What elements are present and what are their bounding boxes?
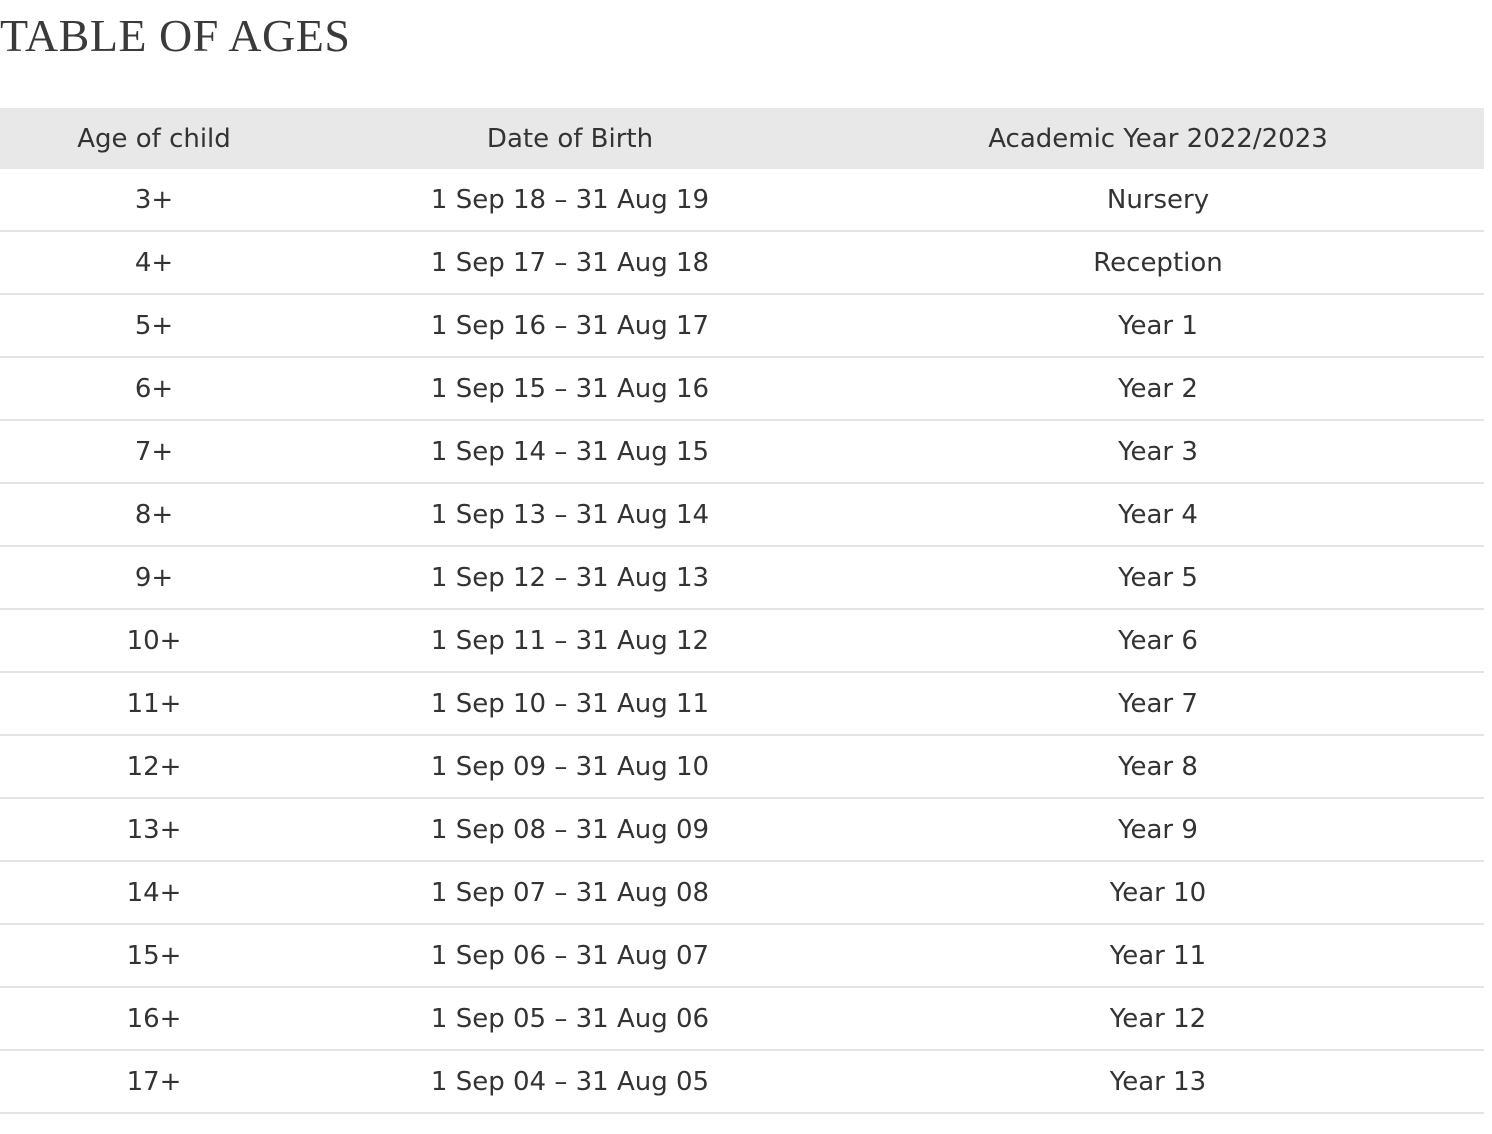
cell-academic-year: Year 12	[1109, 1003, 1207, 1034]
cell-academic-year: Year 2	[1118, 373, 1198, 404]
cell-academic-year: Year 8	[1118, 751, 1198, 782]
cell-academic-year: Year 5	[1118, 562, 1198, 593]
cell-academic-year: Year 9	[1118, 814, 1198, 845]
cell-age: 11+	[126, 688, 182, 719]
cell-date-of-birth: 1 Sep 06 – 31 Aug 07	[430, 940, 710, 971]
cell-date-of-birth: 1 Sep 05 – 31 Aug 06	[430, 1003, 710, 1034]
cell-age: 3+	[134, 184, 174, 215]
cell-date-of-birth: 1 Sep 07 – 31 Aug 08	[430, 877, 710, 908]
ages-table: Age of child Date of Birth Academic Year…	[0, 108, 1484, 1114]
cell-academic-year: Nursery	[1106, 184, 1210, 215]
cell-date-of-birth: 1 Sep 04 – 31 Aug 05	[430, 1066, 710, 1097]
cell-date-of-birth: 1 Sep 08 – 31 Aug 09	[430, 814, 710, 845]
cell-date-of-birth: 1 Sep 16 – 31 Aug 17	[430, 310, 710, 341]
cell-academic-year: Year 13	[1109, 1066, 1207, 1097]
cell-date-of-birth: 1 Sep 12 – 31 Aug 13	[430, 562, 710, 593]
table-row: 5+ 1 Sep 16 – 31 Aug 17 Year 1	[0, 294, 1484, 357]
cell-academic-year: Year 3	[1118, 436, 1198, 467]
cell-age: 13+	[126, 814, 182, 845]
cell-age: 6+	[134, 373, 174, 404]
table-row: 7+ 1 Sep 14 – 31 Aug 15 Year 3	[0, 420, 1484, 483]
cell-age: 12+	[126, 751, 182, 782]
table-row: 16+ 1 Sep 05 – 31 Aug 06 Year 12	[0, 987, 1484, 1050]
cell-age: 15+	[126, 940, 182, 971]
cell-date-of-birth: 1 Sep 18 – 31 Aug 19	[430, 184, 710, 215]
cell-academic-year: Year 1	[1118, 310, 1198, 341]
cell-age: 14+	[126, 877, 182, 908]
table-row: 10+ 1 Sep 11 – 31 Aug 12 Year 6	[0, 609, 1484, 672]
page-title: TABLE OF AGES	[0, 10, 351, 61]
cell-age: 4+	[134, 247, 174, 278]
cell-academic-year: Year 4	[1118, 499, 1198, 530]
table-row: 6+ 1 Sep 15 – 31 Aug 16 Year 2	[0, 357, 1484, 420]
cell-age: 9+	[134, 562, 174, 593]
cell-age: 16+	[126, 1003, 182, 1034]
cell-academic-year: Year 6	[1118, 625, 1198, 656]
cell-date-of-birth: 1 Sep 15 – 31 Aug 16	[430, 373, 710, 404]
cell-age: 8+	[134, 499, 174, 530]
cell-academic-year: Year 11	[1109, 940, 1207, 971]
header-age-of-child: Age of child	[77, 123, 231, 154]
header-date-of-birth: Date of Birth	[486, 123, 654, 154]
cell-academic-year: Year 7	[1118, 688, 1198, 719]
table-row: 8+ 1 Sep 13 – 31 Aug 14 Year 4	[0, 483, 1484, 546]
header-academic-year: Academic Year 2022/2023	[988, 123, 1328, 154]
table-row: 15+ 1 Sep 06 – 31 Aug 07 Year 11	[0, 924, 1484, 987]
table-row: 12+ 1 Sep 09 – 31 Aug 10 Year 8	[0, 735, 1484, 798]
table-row: 11+ 1 Sep 10 – 31 Aug 11 Year 7	[0, 672, 1484, 735]
cell-date-of-birth: 1 Sep 09 – 31 Aug 10	[430, 751, 710, 782]
table-row: 9+ 1 Sep 12 – 31 Aug 13 Year 5	[0, 546, 1484, 609]
cell-age: 17+	[126, 1066, 182, 1097]
cell-age: 10+	[126, 625, 182, 656]
table-row: 17+ 1 Sep 04 – 31 Aug 05 Year 13	[0, 1050, 1484, 1113]
cell-age: 7+	[134, 436, 174, 467]
table-row: 4+ 1 Sep 17 – 31 Aug 18 Reception	[0, 231, 1484, 294]
cell-date-of-birth: 1 Sep 11 – 31 Aug 12	[430, 625, 710, 656]
table-row: 3+ 1 Sep 18 – 31 Aug 19 Nursery	[0, 169, 1484, 231]
table-header-row: Age of child Date of Birth Academic Year…	[0, 108, 1484, 169]
table-row: 14+ 1 Sep 07 – 31 Aug 08 Year 10	[0, 861, 1484, 924]
cell-age: 5+	[134, 310, 174, 341]
cell-date-of-birth: 1 Sep 14 – 31 Aug 15	[430, 436, 710, 467]
cell-academic-year: Reception	[1093, 247, 1223, 278]
cell-date-of-birth: 1 Sep 10 – 31 Aug 11	[430, 688, 710, 719]
cell-date-of-birth: 1 Sep 13 – 31 Aug 14	[430, 499, 710, 530]
table-row: 13+ 1 Sep 08 – 31 Aug 09 Year 9	[0, 798, 1484, 861]
cell-academic-year: Year 10	[1109, 877, 1207, 908]
cell-date-of-birth: 1 Sep 17 – 31 Aug 18	[430, 247, 710, 278]
